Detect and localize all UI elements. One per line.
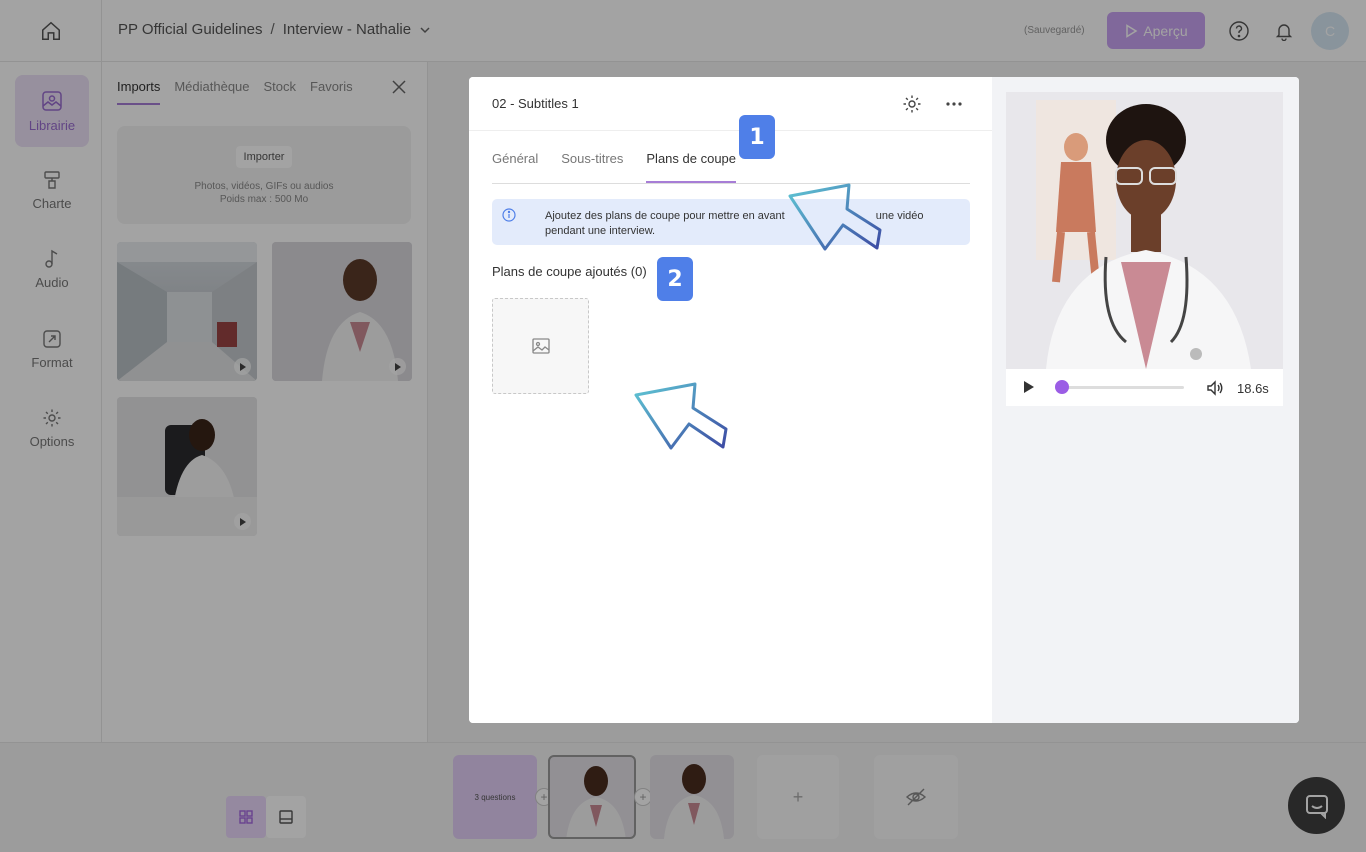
play-icon[interactable] bbox=[1022, 380, 1036, 394]
modal-preview-panel: 18.6s bbox=[992, 77, 1299, 723]
video-frame[interactable] bbox=[1006, 92, 1283, 369]
add-cutaway-button[interactable] bbox=[492, 298, 589, 394]
step-badge-1: 1 bbox=[739, 115, 775, 159]
volume-icon[interactable] bbox=[1206, 379, 1224, 397]
image-icon bbox=[531, 338, 550, 354]
video-player: 18.6s bbox=[1006, 92, 1283, 406]
pointer-arrow-icon bbox=[788, 183, 882, 251]
progress-knob[interactable] bbox=[1055, 380, 1070, 394]
info-banner: Ajoutez des plans de coupe pour mettre e… bbox=[492, 199, 970, 245]
pointer-arrow-icon bbox=[634, 382, 728, 450]
step-badge-2: 2 bbox=[657, 257, 693, 301]
modal-settings-panel: 02 - Subtitles 1 Général Sous-titres Pla… bbox=[469, 77, 992, 723]
tab-cutaways[interactable]: Plans de coupe bbox=[646, 151, 737, 183]
info-icon bbox=[502, 208, 516, 222]
tab-subtitles[interactable]: Sous-titres bbox=[561, 151, 623, 183]
divider bbox=[469, 130, 992, 131]
modal-tabs: Général Sous-titres Plans de coupe bbox=[492, 151, 737, 183]
video-duration: 18.6s bbox=[1237, 381, 1269, 396]
more-options-icon[interactable] bbox=[944, 94, 964, 114]
tab-general[interactable]: Général bbox=[492, 151, 538, 183]
info-text-line: Ajoutez des plans de coupe pour mettre e… bbox=[545, 210, 785, 222]
cutaways-section-title: Plans de coupe ajoutés (0) bbox=[492, 264, 647, 279]
gear-icon[interactable] bbox=[902, 94, 922, 114]
progress-track[interactable] bbox=[1056, 386, 1184, 389]
clip-settings-modal: 02 - Subtitles 1 Général Sous-titres Pla… bbox=[469, 77, 1299, 723]
doctor-video-image bbox=[1006, 92, 1283, 369]
tabs-underline bbox=[492, 183, 970, 184]
modal-title: 02 - Subtitles 1 bbox=[492, 96, 579, 111]
info-text-line: pendant une interview. bbox=[545, 225, 656, 237]
video-controls: 18.6s bbox=[1006, 369, 1283, 406]
